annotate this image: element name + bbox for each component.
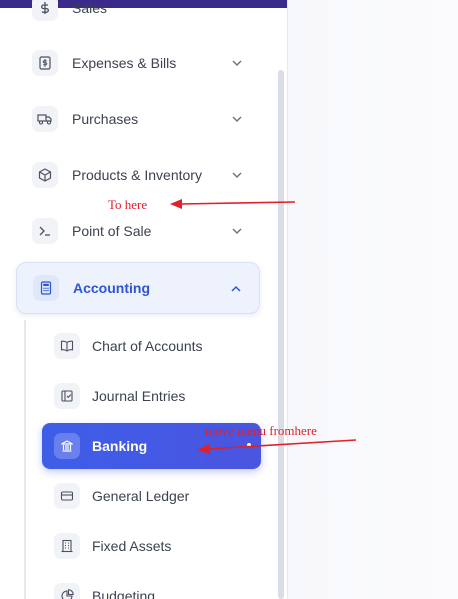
arrow-to-here bbox=[179, 201, 296, 205]
arrow-move-from bbox=[207, 439, 357, 450]
arrowhead-to-here bbox=[170, 199, 182, 209]
annotation-arrows bbox=[170, 199, 357, 454]
arrowhead-move-from bbox=[197, 444, 210, 454]
